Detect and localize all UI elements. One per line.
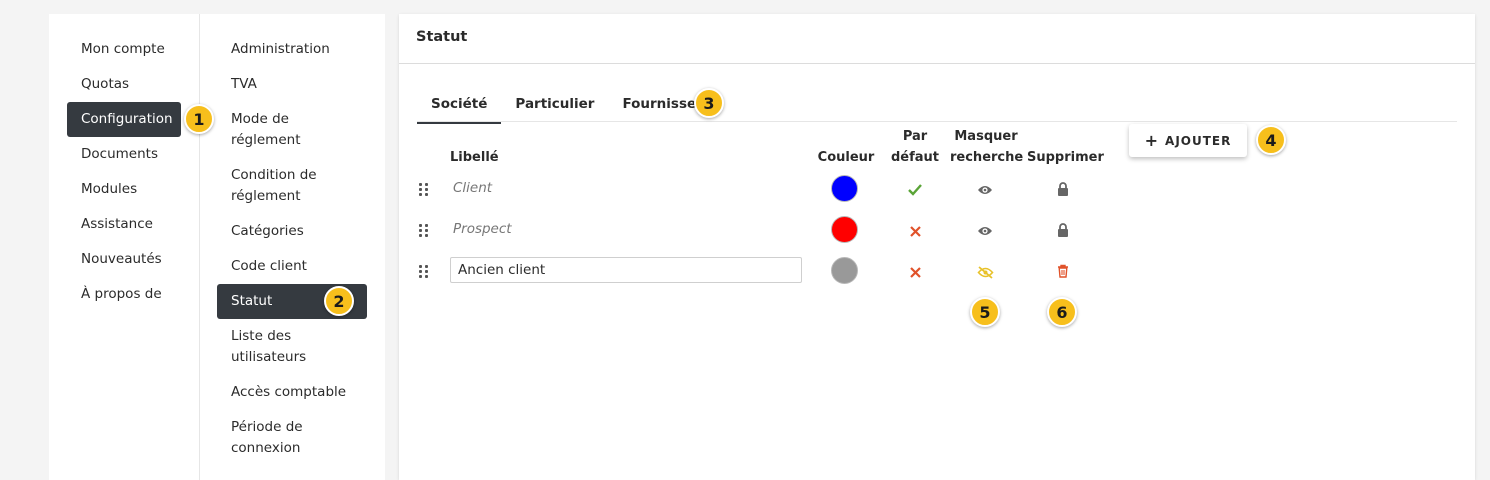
- color-swatch[interactable]: [831, 175, 858, 202]
- configuration-submenu: Administration TVA Mode de réglement Con…: [217, 32, 367, 466]
- status-label: Client: [453, 180, 493, 196]
- tab-particulier[interactable]: Particulier: [501, 92, 608, 124]
- color-swatch[interactable]: [831, 257, 858, 284]
- drag-handle-icon[interactable]: [419, 265, 429, 278]
- eye-icon[interactable]: [976, 182, 994, 198]
- submenu-item-code-client[interactable]: Code client: [217, 249, 367, 284]
- table-row: [417, 257, 1117, 287]
- color-swatch[interactable]: [831, 216, 858, 243]
- callout-badge: 3: [694, 88, 724, 118]
- settings-main-menu: Mon compte Quotas Configuration Document…: [67, 32, 181, 312]
- menu-item-configuration[interactable]: Configuration: [67, 102, 181, 137]
- drag-handle-icon[interactable]: [419, 224, 429, 237]
- submenu-item-liste-utilisateurs[interactable]: Liste des utilisateurs: [217, 319, 367, 375]
- table-row: Prospect: [417, 216, 1117, 246]
- table-row: Client: [417, 175, 1117, 205]
- check-icon[interactable]: [907, 182, 923, 198]
- submenu-item-periode-connexion[interactable]: Période de connexion: [217, 410, 367, 466]
- menu-item-modules[interactable]: Modules: [67, 172, 181, 207]
- submenu-item-administration[interactable]: Administration: [217, 32, 367, 67]
- submenu-item-acces-comptable[interactable]: Accès comptable: [217, 375, 367, 410]
- statut-panel: Statut Société Particulier Fournisseur L…: [399, 14, 1475, 480]
- menu-divider: [199, 14, 200, 480]
- status-tabs: Société Particulier Fournisseur: [417, 92, 726, 124]
- menu-item-a-propos[interactable]: À propos de: [67, 277, 181, 312]
- trash-icon[interactable]: [1056, 263, 1070, 279]
- tab-societe[interactable]: Société: [417, 92, 502, 124]
- submenu-item-condition-reglement[interactable]: Condition de réglement: [217, 158, 367, 214]
- cross-icon[interactable]: [907, 223, 923, 239]
- callout-badge: 1: [184, 104, 214, 134]
- menu-item-mon-compte[interactable]: Mon compte: [67, 32, 181, 67]
- submenu-item-tva[interactable]: TVA: [217, 67, 367, 102]
- header-supprimer: Supprimer: [1027, 150, 1104, 165]
- add-button-label: AJOUTER: [1165, 133, 1232, 148]
- submenu-item-mode-reglement[interactable]: Mode de réglement: [217, 102, 367, 158]
- callout-badge: 4: [1256, 125, 1286, 155]
- header-couleur: Couleur: [817, 150, 875, 165]
- menu-item-nouveautes[interactable]: Nouveautés: [67, 242, 181, 277]
- header-masquer-recherche: Masquer recherche: [950, 129, 1024, 165]
- cross-icon[interactable]: [907, 264, 923, 280]
- drag-handle-icon[interactable]: [419, 183, 429, 196]
- callout-badge: 6: [1047, 297, 1077, 327]
- submenu-item-categories[interactable]: Catégories: [217, 214, 367, 249]
- header-libelle: Libellé: [450, 150, 499, 165]
- header-par-defaut: Par défaut: [890, 129, 940, 165]
- eye-icon[interactable]: [976, 223, 994, 239]
- lock-icon: [1056, 222, 1070, 238]
- menu-item-documents[interactable]: Documents: [67, 137, 181, 172]
- page-title: Statut: [416, 29, 468, 45]
- status-label-input[interactable]: [450, 257, 802, 283]
- status-label: Prospect: [453, 221, 512, 237]
- lock-icon: [1056, 181, 1070, 197]
- tabs-divider: [417, 121, 1457, 122]
- add-status-button[interactable]: + AJOUTER: [1129, 124, 1247, 157]
- callout-badge: 2: [324, 286, 354, 316]
- menu-item-quotas[interactable]: Quotas: [67, 67, 181, 102]
- menu-item-assistance[interactable]: Assistance: [67, 207, 181, 242]
- eye-slash-icon[interactable]: [976, 264, 994, 280]
- callout-badge: 5: [970, 297, 1000, 327]
- plus-icon: +: [1144, 131, 1160, 150]
- settings-sidebar-panel: Mon compte Quotas Configuration Document…: [49, 14, 385, 480]
- title-divider: [399, 63, 1475, 64]
